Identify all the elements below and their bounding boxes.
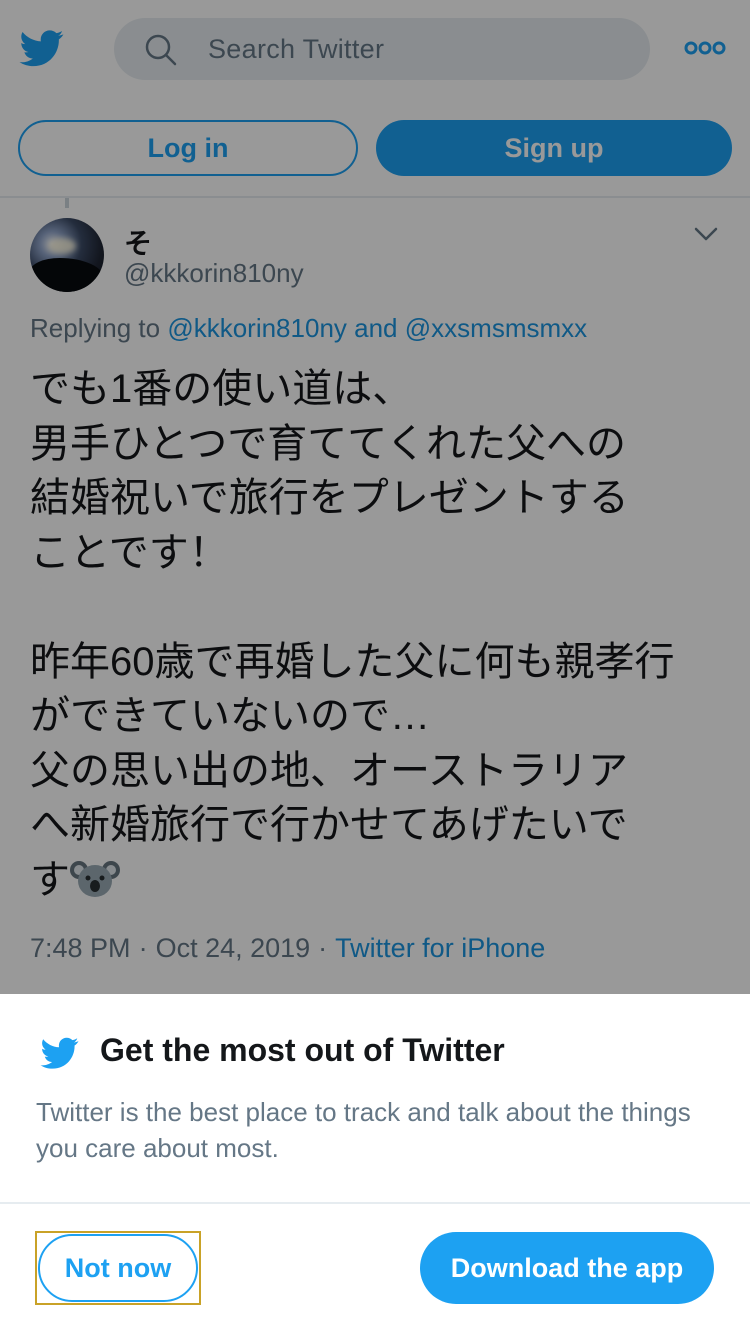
not-now-button[interactable]: Not now	[38, 1234, 198, 1302]
sheet-description: Twitter is the best place to track and t…	[36, 1097, 691, 1163]
app-promo-sheet: Get the most out of Twitter Twitter is t…	[0, 994, 750, 1334]
download-app-button[interactable]: Download the app	[420, 1232, 714, 1304]
sheet-divider	[0, 1202, 750, 1204]
modal-backdrop[interactable]	[0, 0, 750, 994]
twitter-bird-icon	[40, 1037, 79, 1069]
sheet-title: Get the most out of Twitter	[100, 1032, 505, 1068]
